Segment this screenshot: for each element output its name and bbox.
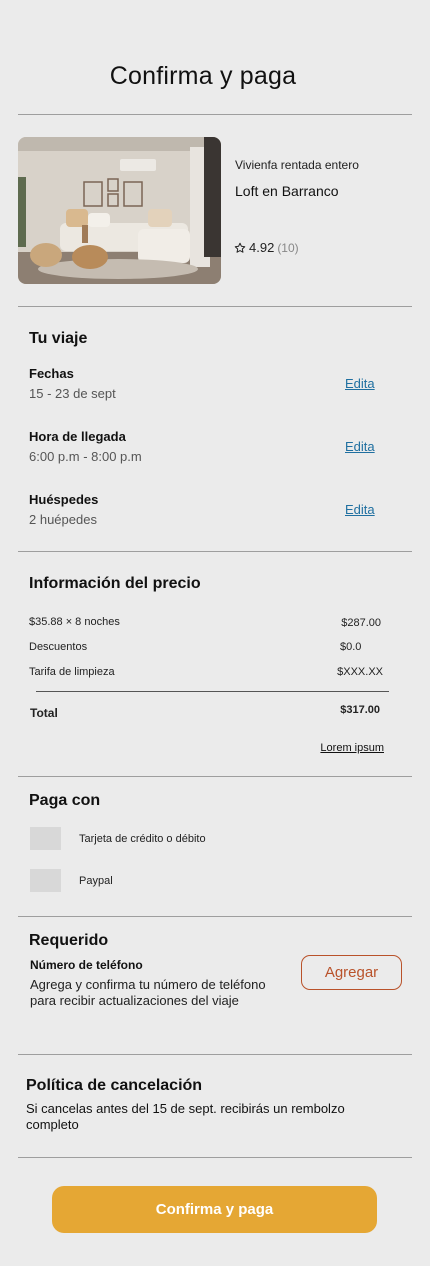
phone-field-label: Número de teléfono: [30, 958, 143, 972]
paypal-option-checkbox[interactable]: [30, 869, 61, 892]
divider: [18, 1054, 412, 1055]
guests-label: Huéspedes: [29, 492, 99, 507]
nightly-rate-label: $35.88 × 8 noches: [29, 616, 120, 628]
arrival-time-label: Hora de llegada: [29, 429, 126, 444]
rating-value: 4.92: [249, 240, 275, 255]
review-count: (10): [277, 240, 299, 255]
discount-value: $0.0: [340, 641, 362, 653]
listing-rating: 4.92 (10): [234, 240, 299, 255]
paypal-option-label: Paypal: [79, 875, 113, 887]
total-label: Total: [30, 706, 58, 720]
guests-value: 2 huépedes: [29, 512, 97, 527]
price-divider: [36, 691, 389, 692]
listing-name: Loft en Barranco: [235, 183, 339, 199]
edit-dates-link[interactable]: Edita: [345, 376, 375, 391]
page-title: Confirma y paga: [109, 62, 297, 90]
add-phone-button[interactable]: Agregar: [301, 955, 402, 990]
payment-section-title: Paga con: [29, 792, 101, 809]
dates-value: 15 - 23 de sept: [29, 386, 116, 401]
listing-type: Vivienfa rentada entero: [235, 158, 359, 172]
discount-label: Descuentos: [29, 641, 88, 653]
required-section-title: Requerido: [29, 932, 109, 949]
total-value: $317.00: [340, 704, 380, 716]
price-details-link[interactable]: Lorem ipsum: [320, 742, 384, 754]
divider: [18, 1157, 412, 1158]
cleaning-fee-label: Tarifa de limpieza: [29, 666, 115, 678]
trip-section-title: Tu viaje: [29, 330, 88, 347]
divider: [18, 306, 412, 307]
edit-guests-link[interactable]: Edita: [345, 502, 375, 517]
nightly-rate-value: $287.00: [341, 617, 381, 629]
arrival-time-value: 6:00 p.m - 8:00 p.m: [29, 449, 142, 464]
dates-label: Fechas: [29, 366, 74, 381]
star-outline-icon: [234, 242, 246, 253]
cancellation-text: Si cancelas antes del 15 de sept. recibi…: [26, 1101, 345, 1132]
divider: [18, 114, 412, 115]
price-section-title: Información del precio: [29, 575, 201, 592]
card-option-checkbox[interactable]: [30, 827, 61, 850]
cleaning-fee-value: $XXX.XX: [337, 666, 383, 678]
edit-arrival-link[interactable]: Edita: [345, 439, 375, 454]
card-option-label: Tarjeta de crédito o débito: [79, 833, 206, 845]
divider: [18, 916, 412, 917]
listing-photo[interactable]: [18, 137, 221, 284]
confirm-pay-button[interactable]: Confirma y paga: [52, 1186, 377, 1233]
phone-description: Agrega y confirma tu número de teléfono …: [30, 977, 266, 1008]
cancellation-section-title: Política de cancelación: [26, 1077, 203, 1094]
living-room-image: [18, 137, 221, 284]
divider: [18, 551, 412, 552]
divider: [18, 776, 412, 777]
